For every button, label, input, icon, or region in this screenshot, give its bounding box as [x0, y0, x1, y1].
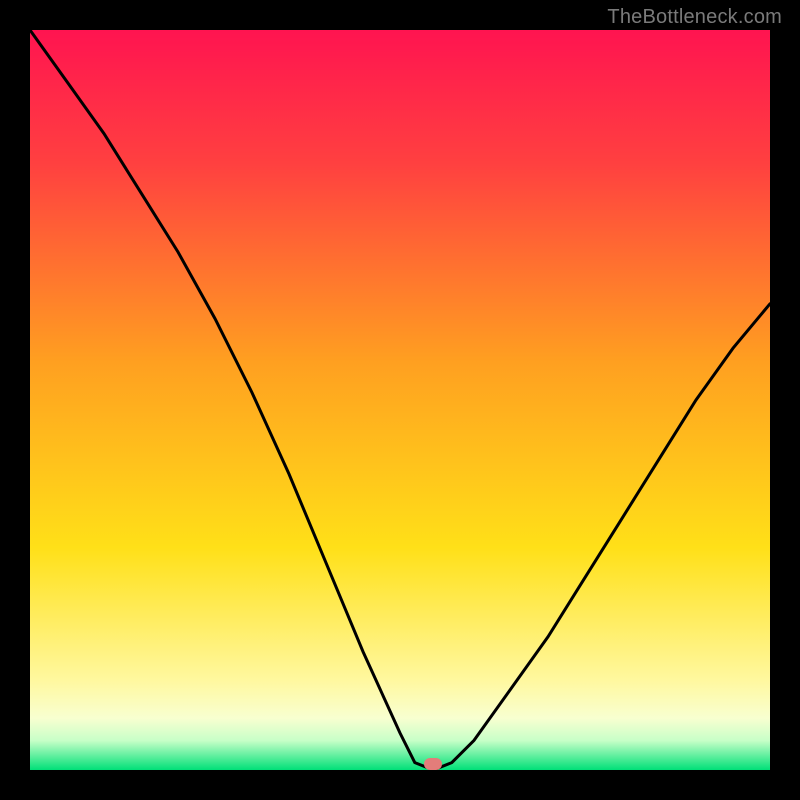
- optimal-point-marker: [424, 758, 442, 770]
- attribution-text: TheBottleneck.com: [607, 6, 782, 29]
- gradient-rect: [30, 30, 770, 770]
- plot-background: [30, 30, 770, 770]
- chart-frame: TheBottleneck.com: [0, 0, 800, 800]
